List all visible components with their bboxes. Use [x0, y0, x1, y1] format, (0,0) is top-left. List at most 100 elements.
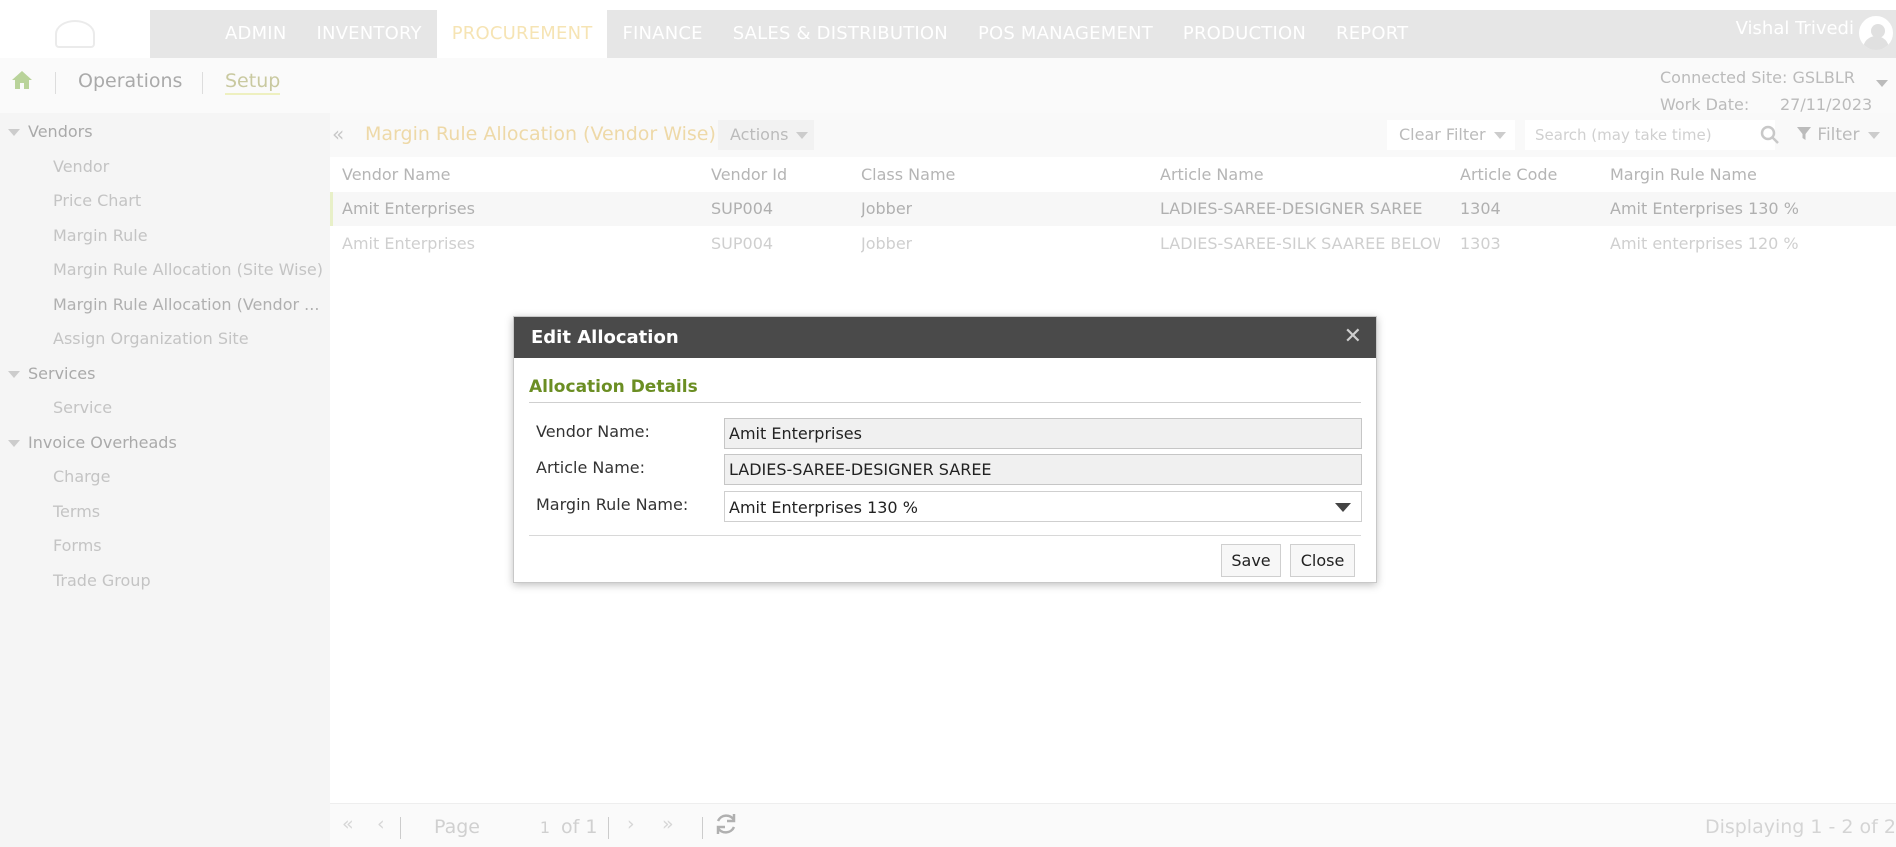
cell-class-name: Jobber — [861, 234, 913, 253]
grid-toolbar: « Margin Rule Allocation (Vendor Wise) A… — [330, 113, 1896, 157]
sidebar-item-price-chart[interactable]: Price Chart — [53, 191, 141, 210]
collapse-icon — [8, 129, 20, 136]
margin-rule-name-label: Margin Rule Name: — [536, 495, 689, 514]
top-navbar: ADMIN INVENTORY PROCUREMENT FINANCE SALE… — [0, 10, 1896, 58]
column-header-vendor-name[interactable]: Vendor Name — [342, 165, 451, 184]
clear-filter-button[interactable]: Clear Filter — [1387, 120, 1515, 150]
page-of-label: of 1 — [561, 816, 598, 838]
cell-article-code: 1304 — [1460, 199, 1501, 218]
sub-navbar: Operations Setup Connected Site: GSLBLR … — [0, 58, 1896, 114]
search-icon[interactable] — [1760, 125, 1780, 149]
cell-article-code: 1303 — [1460, 234, 1501, 253]
sidebar-item-margin-rule-allocation-vendor[interactable]: Margin Rule Allocation (Vendor ... — [53, 295, 319, 314]
tab-setup[interactable]: Setup — [225, 70, 281, 95]
connected-site-value: GSLBLR — [1792, 68, 1855, 87]
vendor-name-field[interactable] — [724, 418, 1362, 449]
user-name[interactable]: Vishal Trivedi — [1736, 18, 1854, 39]
sidebar-item-forms[interactable]: Forms — [53, 536, 102, 555]
double-chevron-left-icon[interactable]: « — [332, 122, 344, 146]
paging-toolbar: « ‹ Page of 1 › » Displaying 1 - 2 of 2 — [330, 803, 1896, 847]
actions-button[interactable]: Actions — [718, 120, 814, 150]
close-button-label: Close — [1300, 551, 1345, 570]
edit-allocation-dialog: Edit Allocation ✕ Allocation Details Ven… — [513, 316, 1377, 583]
menu-finance[interactable]: FINANCE — [607, 10, 717, 58]
site-dropdown-icon[interactable] — [1876, 80, 1888, 87]
sidebar-item-margin-rule-allocation-site[interactable]: Margin Rule Allocation (Site Wise) — [53, 260, 323, 279]
vendor-name-label: Vendor Name: — [536, 422, 650, 441]
close-icon[interactable]: ✕ — [1344, 324, 1362, 349]
tab-operations[interactable]: Operations — [78, 70, 182, 92]
chevron-down-icon — [1335, 503, 1351, 512]
next-page-icon[interactable]: › — [627, 813, 635, 835]
column-header-article-code[interactable]: Article Code — [1460, 165, 1557, 184]
cell-article-name: LADIES-SAREE-DESIGNER SAREE — [1160, 199, 1423, 218]
collapse-icon — [8, 371, 20, 378]
menu-production[interactable]: PRODUCTION — [1168, 10, 1321, 58]
sidebar: Vendors Vendor Price Chart Margin Rule M… — [0, 113, 330, 847]
filter-button[interactable]: Filter — [1796, 120, 1880, 150]
sidebar-group-services[interactable]: Services — [8, 364, 95, 383]
page-title: Margin Rule Allocation (Vendor Wise) — [365, 123, 716, 145]
prev-page-icon[interactable]: ‹ — [377, 813, 385, 835]
article-name-field[interactable] — [724, 454, 1362, 485]
sidebar-group-invoice-overheads[interactable]: Invoice Overheads — [8, 433, 177, 452]
page-number-input[interactable] — [510, 813, 550, 841]
cell-article-name: LADIES-SAREE-SILK SAAREE BELOW ... — [1160, 234, 1440, 253]
column-header-vendor-id[interactable]: Vendor Id — [711, 165, 787, 184]
sidebar-item-margin-rule[interactable]: Margin Rule — [53, 226, 148, 245]
sidebar-item-vendor[interactable]: Vendor — [53, 157, 109, 176]
cell-class-name: Jobber — [861, 199, 913, 218]
cell-vendor-id: SUP004 — [711, 234, 774, 253]
home-icon[interactable] — [10, 69, 34, 95]
column-header-margin-rule-name[interactable]: Margin Rule Name — [1610, 165, 1757, 184]
menu-report[interactable]: REPORT — [1321, 10, 1423, 58]
menu-sales-distribution[interactable]: SALES & DISTRIBUTION — [718, 10, 963, 58]
site-info: Connected Site: GSLBLR Work Date: 27/11/2… — [1660, 64, 1872, 118]
sidebar-item-terms[interactable]: Terms — [53, 502, 100, 521]
work-date-label: Work Date: — [1660, 95, 1750, 114]
cell-margin-rule-name: Amit Enterprises 130 % — [1610, 199, 1799, 218]
chevron-down-icon — [1493, 132, 1506, 139]
sidebar-group-vendors[interactable]: Vendors — [8, 122, 93, 141]
save-button-label: Save — [1231, 551, 1271, 570]
displaying-count: Displaying 1 - 2 of 2 — [1704, 816, 1896, 838]
app-logo[interactable] — [0, 10, 150, 58]
table-row[interactable]: Amit Enterprises SUP004 Jobber LADIES-SA… — [330, 227, 1896, 261]
connected-site-label: Connected Site: — [1660, 68, 1788, 87]
sidebar-item-assign-organization-site[interactable]: Assign Organization Site — [53, 329, 249, 348]
chevron-down-icon — [1867, 131, 1880, 139]
grid-header: Vendor Name Vendor Id Class Name Article… — [330, 161, 1896, 191]
dialog-title: Edit Allocation — [531, 327, 679, 348]
margin-rule-name-select[interactable]: Amit Enterprises 130 % — [724, 491, 1362, 522]
last-page-icon[interactable]: » — [662, 813, 674, 835]
refresh-icon[interactable] — [714, 812, 738, 841]
collapse-icon — [8, 440, 20, 447]
cell-vendor-name: Amit Enterprises — [342, 199, 475, 218]
menu-pos-management[interactable]: POS MANAGEMENT — [963, 10, 1168, 58]
dialog-header: Edit Allocation ✕ — [514, 317, 1376, 358]
cell-margin-rule-name: Amit enterprises 120 % — [1610, 234, 1799, 253]
footer-divider — [529, 535, 1361, 536]
main-menu: ADMIN INVENTORY PROCUREMENT FINANCE SALE… — [210, 10, 1423, 58]
filter-icon — [1797, 127, 1811, 140]
section-divider — [529, 402, 1361, 403]
menu-procurement[interactable]: PROCUREMENT — [436, 10, 608, 58]
menu-admin[interactable]: ADMIN — [210, 10, 301, 58]
cell-vendor-id: SUP004 — [711, 199, 774, 218]
close-button[interactable]: Close — [1290, 544, 1355, 577]
search-input[interactable] — [1525, 120, 1775, 150]
section-title: Allocation Details — [529, 377, 698, 397]
sidebar-item-trade-group[interactable]: Trade Group — [53, 571, 151, 590]
save-button[interactable]: Save — [1221, 544, 1281, 577]
cell-vendor-name: Amit Enterprises — [342, 234, 475, 253]
first-page-icon[interactable]: « — [342, 813, 354, 835]
chevron-down-icon — [796, 132, 809, 139]
sidebar-item-service[interactable]: Service — [53, 398, 112, 417]
article-name-label: Article Name: — [536, 458, 646, 477]
user-avatar-icon[interactable] — [1856, 13, 1896, 53]
column-header-class-name[interactable]: Class Name — [861, 165, 955, 184]
menu-inventory[interactable]: INVENTORY — [301, 10, 436, 58]
column-header-article-name[interactable]: Article Name — [1160, 165, 1440, 184]
table-row[interactable]: Amit Enterprises SUP004 Jobber LADIES-SA… — [330, 192, 1896, 226]
sidebar-item-charge[interactable]: Charge — [53, 467, 110, 486]
